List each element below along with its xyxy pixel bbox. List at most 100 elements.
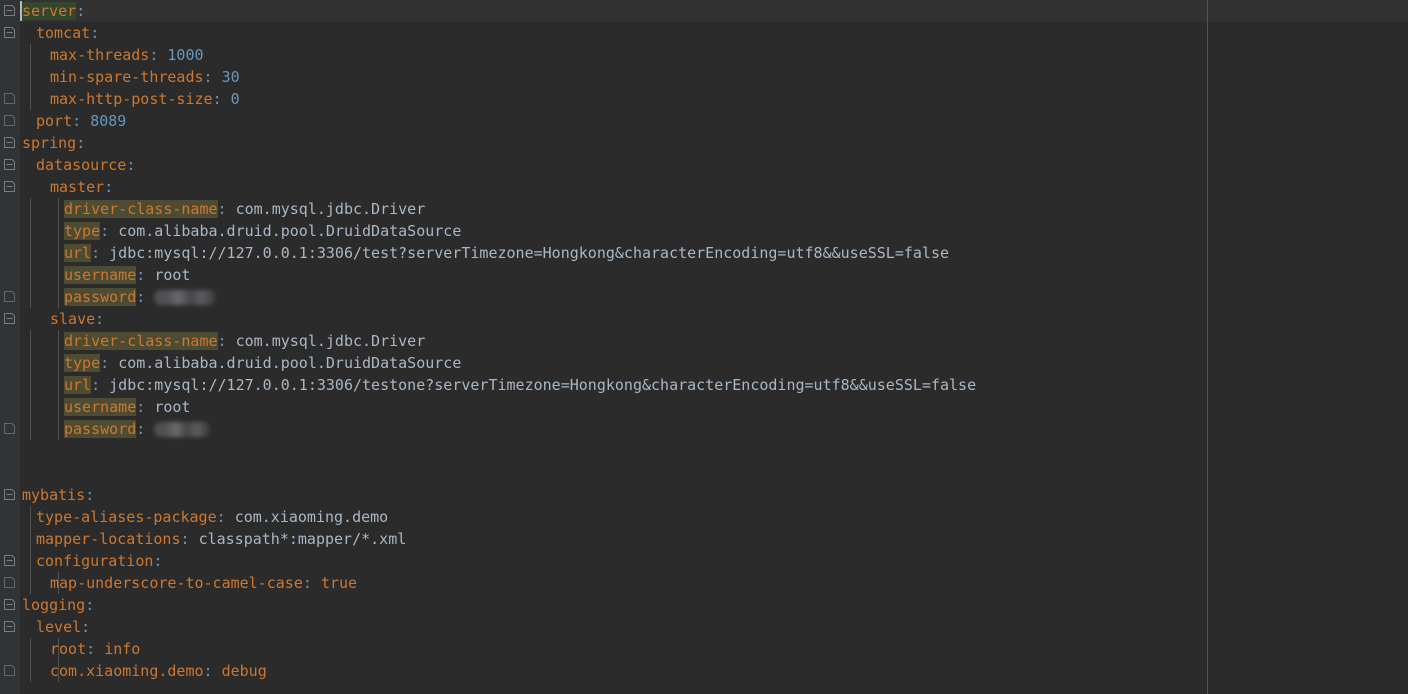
code-line-username[interactable]: username: root bbox=[0, 396, 1408, 418]
yaml-colon: : bbox=[203, 68, 213, 86]
yaml-value[interactable]: debug bbox=[222, 662, 267, 680]
code-line-master[interactable]: master: bbox=[0, 176, 1408, 198]
yaml-key[interactable]: logging bbox=[22, 596, 85, 614]
yaml-colon: : bbox=[90, 24, 100, 42]
yaml-value[interactable]: true bbox=[321, 574, 357, 592]
yaml-key[interactable]: type bbox=[64, 354, 101, 372]
yaml-key[interactable]: url bbox=[64, 244, 92, 262]
code-line-slave[interactable]: slave: bbox=[0, 308, 1408, 330]
code-line-type[interactable]: type: com.alibaba.druid.pool.DruidDataSo… bbox=[0, 220, 1408, 242]
yaml-key[interactable]: map-underscore-to-camel-case bbox=[50, 574, 303, 592]
code-line-map-underscore-to-camel-case[interactable]: map-underscore-to-camel-case: true bbox=[0, 572, 1408, 594]
yaml-key[interactable]: mapper-locations bbox=[36, 530, 181, 548]
yaml-key[interactable]: datasource bbox=[36, 156, 126, 174]
yaml-key[interactable]: mybatis bbox=[22, 486, 85, 504]
yaml-key[interactable]: type bbox=[64, 222, 101, 240]
yaml-value[interactable]: com.mysql.jdbc.Driver bbox=[236, 332, 426, 350]
code-line-mapper-locations[interactable]: mapper-locations: classpath*:mapper/*.xm… bbox=[0, 528, 1408, 550]
code-line-logging[interactable]: logging: bbox=[0, 594, 1408, 616]
yaml-key[interactable]: username bbox=[64, 266, 137, 284]
yaml-key[interactable]: spring bbox=[22, 134, 76, 152]
code-line-datasource[interactable]: datasource: bbox=[0, 154, 1408, 176]
yaml-key[interactable]: max-http-post-size bbox=[50, 90, 213, 108]
yaml-value[interactable]: 0 bbox=[231, 90, 240, 108]
yaml-value[interactable]: jdbc:mysql://127.0.0.1:3306/testone?serv… bbox=[109, 376, 976, 394]
yaml-colon: : bbox=[72, 112, 82, 130]
code-line-driver-class-name[interactable]: driver-class-name: com.mysql.jdbc.Driver bbox=[0, 198, 1408, 220]
yaml-colon: : bbox=[76, 2, 86, 20]
code-line-configuration[interactable]: configuration: bbox=[0, 550, 1408, 572]
code-line-mybatis[interactable]: mybatis: bbox=[0, 484, 1408, 506]
code-line-driver-class-name[interactable]: driver-class-name: com.mysql.jdbc.Driver bbox=[0, 330, 1408, 352]
yaml-key[interactable]: com.xiaoming.demo bbox=[50, 662, 204, 680]
text-caret bbox=[20, 1, 22, 21]
yaml-value[interactable]: 8089 bbox=[90, 112, 126, 130]
yaml-value[interactable]: com.xiaoming.demo bbox=[235, 508, 389, 526]
code-line-type-aliases-package[interactable]: type-aliases-package: com.xiaoming.demo bbox=[0, 506, 1408, 528]
yaml-colon: : bbox=[81, 618, 91, 636]
yaml-key[interactable]: level bbox=[36, 618, 81, 636]
yaml-key[interactable]: username bbox=[64, 398, 137, 416]
yaml-value[interactable]: info bbox=[104, 640, 140, 658]
yaml-colon: : bbox=[85, 596, 95, 614]
code-line-port[interactable]: port: 8089 bbox=[0, 110, 1408, 132]
yaml-key[interactable]: type-aliases-package bbox=[36, 508, 217, 526]
code-line-level[interactable]: level: bbox=[0, 616, 1408, 638]
yaml-colon: : bbox=[136, 420, 146, 438]
yaml-key[interactable]: password bbox=[64, 420, 137, 438]
code-line-type[interactable]: type: com.alibaba.druid.pool.DruidDataSo… bbox=[0, 352, 1408, 374]
yaml-colon: : bbox=[100, 222, 110, 240]
yaml-colon: : bbox=[86, 640, 96, 658]
code-line-password[interactable]: password: bbox=[0, 286, 1408, 308]
code-line-max-threads[interactable]: max-threads: 1000 bbox=[0, 44, 1408, 66]
yaml-colon: : bbox=[217, 332, 227, 350]
yaml-colon: : bbox=[216, 508, 226, 526]
yaml-value[interactable]: jdbc:mysql://127.0.0.1:3306/test?serverT… bbox=[109, 244, 949, 262]
yaml-key[interactable]: port bbox=[36, 112, 72, 130]
yaml-value[interactable]: root bbox=[154, 398, 190, 416]
code-line-root[interactable]: root: info bbox=[0, 638, 1408, 660]
yaml-value[interactable]: classpath*:mapper/*.xml bbox=[199, 530, 407, 548]
yaml-key[interactable]: root bbox=[50, 640, 86, 658]
yaml-value[interactable]: com.alibaba.druid.pool.DruidDataSource bbox=[118, 222, 461, 240]
yaml-value[interactable]: com.alibaba.druid.pool.DruidDataSource bbox=[118, 354, 461, 372]
yaml-value[interactable]: 30 bbox=[222, 68, 240, 86]
yaml-colon: : bbox=[212, 90, 222, 108]
yaml-key[interactable]: server bbox=[22, 2, 77, 20]
yaml-colon: : bbox=[136, 266, 146, 284]
yaml-key[interactable]: driver-class-name bbox=[64, 200, 218, 218]
yaml-key[interactable]: min-spare-threads bbox=[50, 68, 204, 86]
code-line-tomcat[interactable]: tomcat: bbox=[0, 22, 1408, 44]
yaml-key[interactable]: password bbox=[64, 288, 137, 306]
yaml-key[interactable]: configuration bbox=[36, 552, 153, 570]
editor-gutter[interactable] bbox=[0, 0, 20, 694]
yaml-value[interactable]: 1000 bbox=[167, 46, 203, 64]
yaml-colon: : bbox=[100, 354, 110, 372]
code-line-blank[interactable] bbox=[0, 462, 1408, 484]
yaml-key[interactable]: url bbox=[64, 376, 92, 394]
code-line-com-xiaoming-demo[interactable]: com.xiaoming.demo: debug bbox=[0, 660, 1408, 682]
right-margin-guide bbox=[1207, 0, 1208, 694]
code-line-max-http-post-size[interactable]: max-http-post-size: 0 bbox=[0, 88, 1408, 110]
yaml-value[interactable]: com.mysql.jdbc.Driver bbox=[236, 200, 426, 218]
code-line-blank[interactable] bbox=[0, 440, 1408, 462]
code-line-min-spare-threads[interactable]: min-spare-threads: 30 bbox=[0, 66, 1408, 88]
yaml-value[interactable]: root bbox=[154, 266, 190, 284]
code-line-password[interactable]: password: bbox=[0, 418, 1408, 440]
yaml-colon: : bbox=[91, 376, 101, 394]
code-line-username[interactable]: username: root bbox=[0, 264, 1408, 286]
yaml-colon: : bbox=[76, 134, 86, 152]
code-line-url[interactable]: url: jdbc:mysql://127.0.0.1:3306/test?se… bbox=[0, 242, 1408, 264]
redacted-password-value bbox=[154, 290, 217, 305]
code-line-server[interactable]: server: bbox=[0, 0, 1408, 22]
redacted-password-value bbox=[154, 422, 211, 437]
yaml-key[interactable]: slave bbox=[50, 310, 95, 328]
code-line-url[interactable]: url: jdbc:mysql://127.0.0.1:3306/testone… bbox=[0, 374, 1408, 396]
yaml-key[interactable]: driver-class-name bbox=[64, 332, 218, 350]
yaml-key[interactable]: master bbox=[50, 178, 104, 196]
code-editor[interactable]: server: tomcat: max-threads: 1000 min-spare… bbox=[0, 0, 1408, 694]
yaml-key[interactable]: max-threads bbox=[50, 46, 149, 64]
code-line-spring[interactable]: spring: bbox=[0, 132, 1408, 154]
yaml-colon: : bbox=[126, 156, 136, 174]
yaml-key[interactable]: tomcat bbox=[36, 24, 90, 42]
